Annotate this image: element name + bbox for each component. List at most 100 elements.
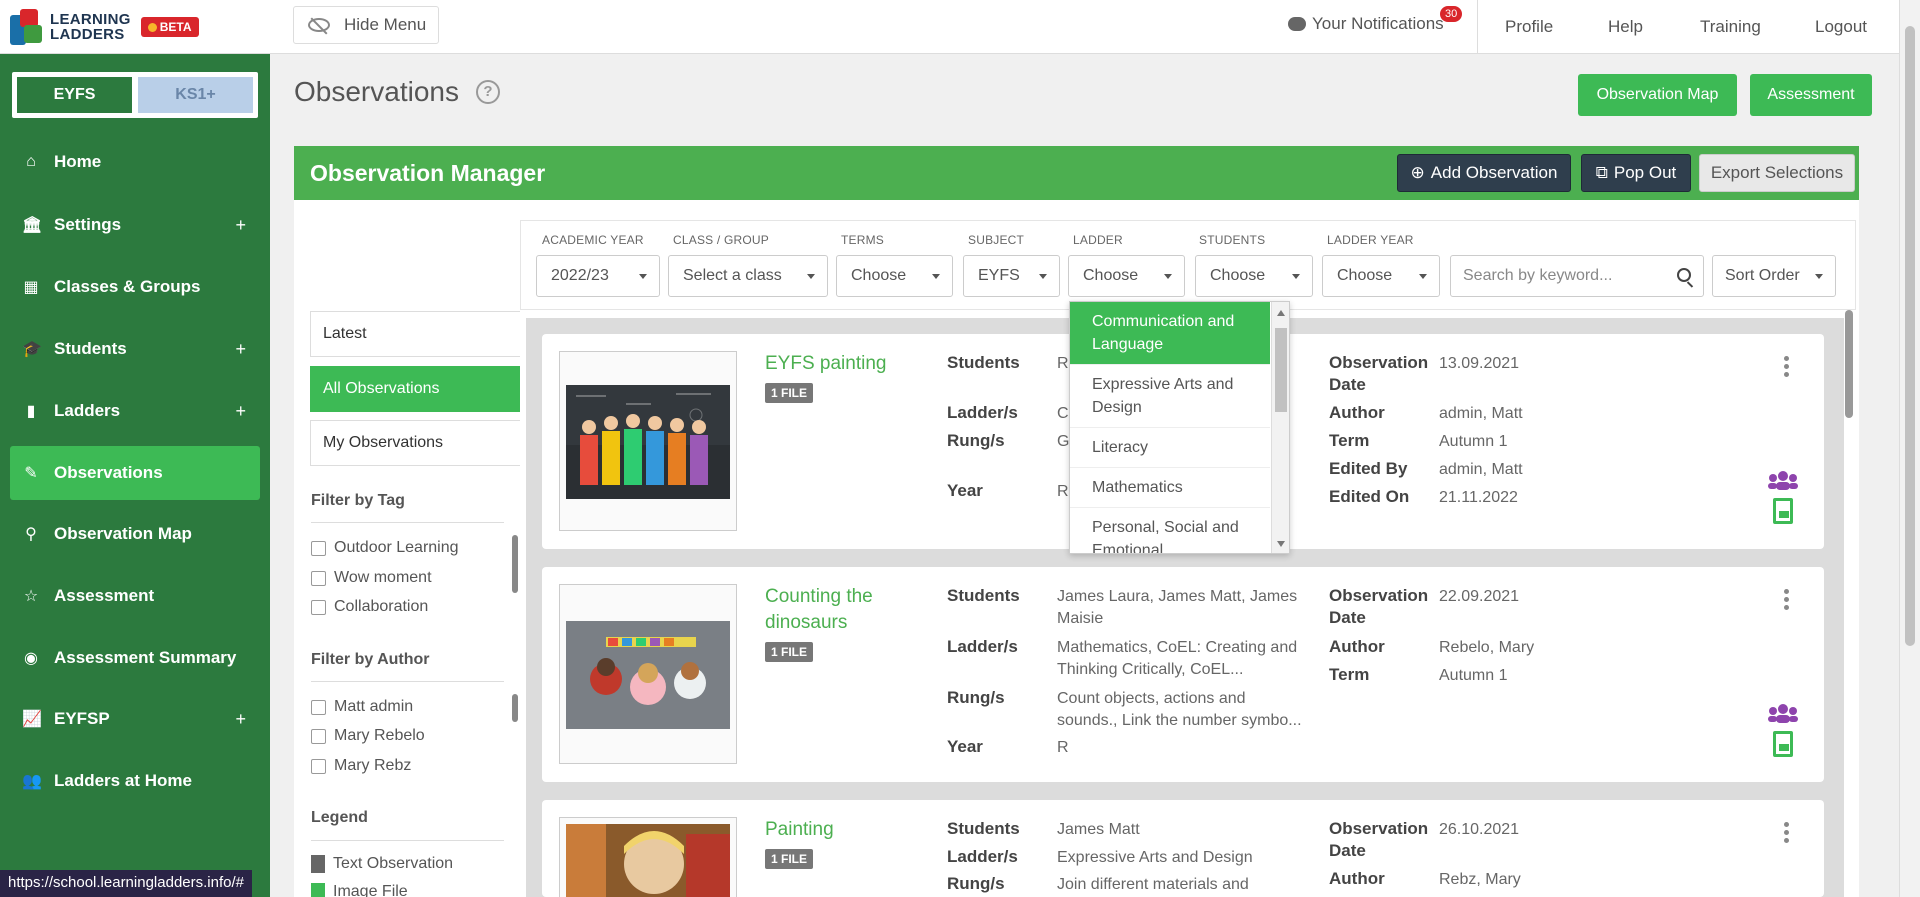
sidebar-item-eyfsp[interactable]: 📈 EYFSP + (10, 692, 260, 746)
tag-collaboration[interactable]: Collaboration (311, 598, 428, 616)
checkbox[interactable] (311, 570, 326, 586)
add-observation-button[interactable]: ⊕ Add Observation (1397, 154, 1571, 192)
assessment-button[interactable]: Assessment (1750, 74, 1872, 116)
observation-thumbnail[interactable] (559, 584, 737, 764)
observation-title[interactable]: EYFS painting (765, 351, 886, 377)
observation-thumbnail[interactable] (559, 351, 737, 531)
notifications-link[interactable]: Your Notifications (1288, 14, 1444, 34)
ladder-option-communication-language[interactable]: Communication and Language (1070, 302, 1270, 365)
label-ladder: LADDER (1073, 233, 1123, 247)
rungs-value: Count objects, actions and sounds., Link… (1057, 690, 1302, 729)
nav-help[interactable]: Help (1608, 0, 1643, 54)
sidebar-item-students[interactable]: 🎓 Students + (10, 322, 260, 376)
scroll-up-icon[interactable] (1277, 310, 1285, 316)
checkbox[interactable] (311, 599, 326, 615)
rungs-label: Rung/s (947, 431, 1005, 450)
dropdown-scrollbar[interactable] (1271, 302, 1289, 553)
view-my-observations[interactable]: My Observations (310, 420, 520, 466)
ladder-option-literacy[interactable]: Literacy (1070, 428, 1270, 468)
obs-date-label-1: Observation (1329, 819, 1429, 838)
learning-ladders-logo[interactable]: LEARNING LADDERS BETA (10, 7, 199, 47)
page-scroll-thumb[interactable] (1905, 26, 1915, 646)
ladders-label: Ladder/s (947, 847, 1018, 866)
students-label: Students (947, 353, 1020, 372)
author-matt-admin[interactable]: Matt admin (311, 698, 413, 716)
tag-wow-moment[interactable]: Wow moment (311, 569, 432, 587)
sidebar-item-classes-groups[interactable]: ▦ Classes & Groups (10, 260, 260, 314)
image-file-icon[interactable] (1773, 731, 1793, 757)
more-options-icon[interactable] (1784, 589, 1790, 613)
view-all-observations[interactable]: All Observations (310, 366, 520, 412)
stage-ks1-button[interactable]: KS1+ (138, 77, 253, 113)
observation-title[interactable]: Counting the dinosaurs (765, 584, 873, 636)
ladder-option-psed[interactable]: Personal, Social and Emotional Developme… (1070, 508, 1270, 553)
students-select[interactable]: Choose (1195, 255, 1313, 297)
search-icon[interactable] (1677, 268, 1691, 282)
sidebar-item-assessment-summary[interactable]: ◉ Assessment Summary (10, 631, 260, 685)
stage-eyfs-button[interactable]: EYFS (17, 77, 132, 113)
author-list-scrollbar[interactable] (512, 694, 518, 722)
pop-out-button[interactable]: ⧉ Pop Out (1581, 154, 1691, 192)
observation-map-button[interactable]: Observation Map (1578, 74, 1737, 116)
tag-list-scrollbar[interactable] (512, 535, 518, 593)
checkbox[interactable] (311, 758, 326, 774)
page-scrollbar[interactable] (1899, 0, 1920, 897)
ladders-value: Expressive Arts and Design (1057, 849, 1253, 866)
view-latest[interactable]: Latest (310, 311, 520, 357)
bank-icon: 🏛 (22, 217, 43, 234)
subject-select[interactable]: EYFS (963, 255, 1060, 297)
ladder-option-mathematics[interactable]: Mathematics (1070, 468, 1270, 508)
label-students: STUDENTS (1199, 233, 1266, 247)
rungs-value: Join different materials and (1057, 876, 1249, 893)
checkbox[interactable] (311, 728, 326, 744)
ladder-select[interactable]: Choose (1068, 255, 1185, 297)
sidebar-item-ladders[interactable]: ▮ Ladders + (10, 384, 260, 438)
term-label: Term (1329, 665, 1370, 684)
author-value: Rebelo, Mary (1439, 639, 1535, 656)
sort-order-select[interactable]: Sort Order (1712, 255, 1836, 297)
ladder-option-expressive-arts[interactable]: Expressive Arts and Design (1070, 365, 1270, 428)
export-selections-button[interactable]: Export Selections (1699, 154, 1855, 192)
nav-training[interactable]: Training (1700, 0, 1761, 54)
edited-by-label: Edited By (1329, 459, 1408, 478)
sidebar-item-observation-map[interactable]: ⚲ Observation Map (10, 507, 260, 561)
observation-thumbnail[interactable] (559, 817, 737, 897)
sidebar-item-settings[interactable]: 🏛 Settings + (10, 198, 260, 252)
author-mary-rebz[interactable]: Mary Rebz (311, 757, 411, 775)
stage-switch: EYFS KS1+ (12, 72, 258, 118)
observation-title[interactable]: Painting (765, 817, 834, 843)
checkbox[interactable] (311, 540, 326, 556)
author-mary-rebelo[interactable]: Mary Rebelo (311, 727, 425, 745)
nav-profile[interactable]: Profile (1505, 0, 1553, 54)
keyword-search-input[interactable]: Search by keyword... (1450, 255, 1704, 297)
author-label: Author (1329, 637, 1385, 656)
scroll-down-icon[interactable] (1277, 541, 1285, 547)
class-group-select[interactable]: Select a class (668, 255, 828, 297)
scroll-thumb[interactable] (1275, 328, 1287, 412)
help-icon[interactable]: ? (476, 80, 500, 104)
caret-down-icon (1815, 274, 1823, 279)
more-options-icon[interactable] (1784, 356, 1790, 380)
observation-list-scrollbar[interactable] (1845, 310, 1853, 418)
legend-image-file: Image File (311, 883, 408, 897)
terms-select[interactable]: Choose (836, 255, 953, 297)
checkbox[interactable] (311, 699, 326, 715)
tag-outdoor-learning[interactable]: Outdoor Learning (311, 539, 459, 557)
author-value: Rebz, Mary (1439, 871, 1521, 888)
sidebar-item-assessment[interactable]: ☆ Assessment (10, 569, 260, 623)
caret-down-icon (1419, 274, 1427, 279)
sidebar-item-observations[interactable]: ✎ Observations (10, 446, 260, 500)
nav-logout[interactable]: Logout (1815, 0, 1867, 54)
sidebar-item-home[interactable]: ⌂ Home (10, 135, 260, 189)
academic-year-select[interactable]: 2022/23 (536, 255, 660, 297)
observation-manager-header: Observation Manager ⊕ Add Observation ⧉ … (294, 146, 1859, 200)
caret-down-icon (1292, 274, 1300, 279)
nav-divider (1477, 0, 1478, 54)
more-options-icon[interactable] (1784, 822, 1790, 846)
divider (311, 522, 504, 523)
image-file-icon[interactable] (1773, 498, 1793, 524)
ladder-year-select[interactable]: Choose (1322, 255, 1440, 297)
sidebar-item-ladders-at-home[interactable]: 👥 Ladders at Home (10, 754, 260, 808)
file-count-badge: 1 FILE (765, 642, 814, 662)
hide-menu-button[interactable]: Hide Menu (293, 6, 439, 44)
